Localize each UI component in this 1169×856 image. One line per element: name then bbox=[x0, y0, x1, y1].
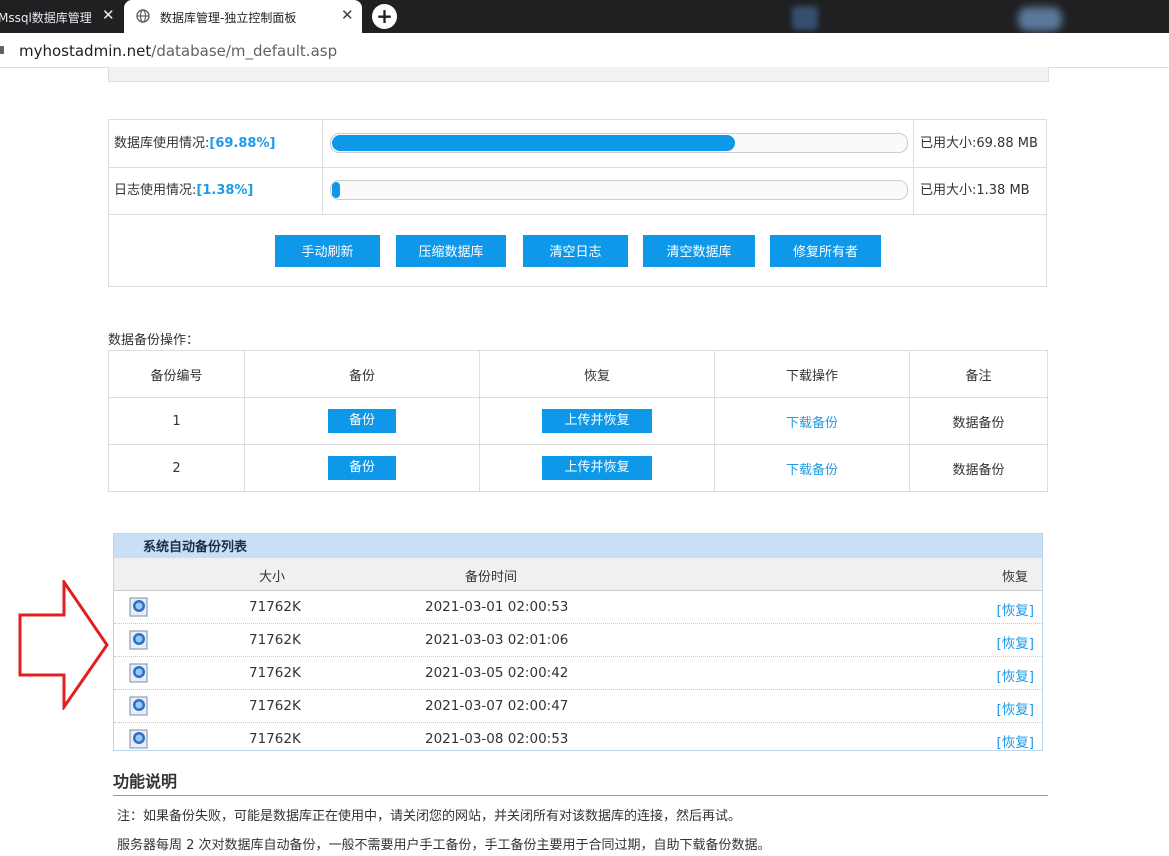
database-file-icon bbox=[129, 663, 148, 683]
action-button-row: 手动刷新 压缩数据库 清空日志 清空数据库 修复所有者 bbox=[109, 216, 1046, 286]
backup-size: 71762K bbox=[249, 731, 301, 747]
browser-tab-bar: Mssql数据库管理 ✕ 数据库管理-独立控制面板 ✕ + bbox=[0, 0, 1169, 33]
db-usage-progress bbox=[330, 133, 908, 153]
close-icon[interactable]: ✕ bbox=[341, 8, 354, 23]
log-usage-progress-fill bbox=[332, 182, 340, 198]
lock-icon[interactable] bbox=[0, 46, 4, 54]
col-header: 备份编号 bbox=[108, 350, 245, 398]
tab-mssql[interactable]: Mssql数据库管理 ✕ bbox=[0, 0, 122, 33]
auto-backup-header: 大小 备份时间 恢复 bbox=[114, 558, 1042, 591]
tab-title: Mssql数据库管理 bbox=[0, 11, 92, 25]
log-usage-row: 日志使用情况:[1.38%] 已用大小:1.38 MB bbox=[109, 167, 1046, 215]
backup-time: 2021-03-03 02:01:06 bbox=[425, 632, 569, 648]
shrink-database-button[interactable]: 压缩数据库 bbox=[396, 235, 506, 267]
restore-link[interactable]: [恢复] bbox=[996, 632, 1034, 652]
restore-header: 恢复 bbox=[1002, 570, 1029, 585]
db-usage-label-text: 数据库使用情况: bbox=[114, 136, 210, 151]
database-file-icon bbox=[129, 729, 148, 749]
restore-link[interactable]: [恢复] bbox=[996, 665, 1034, 685]
upload-restore-button[interactable]: 上传并恢复 bbox=[542, 456, 652, 480]
log-usage-label: 日志使用情况:[1.38%] bbox=[109, 167, 323, 214]
log-usage-size: 已用大小:1.38 MB bbox=[913, 167, 1046, 214]
col-header: 备注 bbox=[909, 350, 1048, 398]
backup-ops-table: 备份编号 备份 恢复 下载操作 备注 1 备份 上传并恢复 下载备份 数据备份 … bbox=[108, 350, 1048, 492]
db-usage-size: 已用大小:69.88 MB bbox=[913, 120, 1046, 167]
backup-time: 2021-03-08 02:00:53 bbox=[425, 731, 569, 747]
backup-ops-label: 数据备份操作： bbox=[108, 333, 200, 348]
note-line: 注：如果备份失败，可能是数据库正在使用中，请关闭您的网站，并关闭所有对该数据库的… bbox=[117, 809, 742, 824]
top-panel bbox=[108, 67, 1049, 82]
backup-note: 数据备份 bbox=[909, 444, 1048, 492]
backup-time: 2021-03-07 02:00:47 bbox=[425, 698, 569, 714]
close-icon[interactable]: ✕ bbox=[102, 8, 115, 23]
refresh-button[interactable]: 手动刷新 bbox=[275, 235, 380, 267]
table-row: 2 备份 上传并恢复 下载备份 数据备份 bbox=[108, 444, 1048, 492]
col-header: 恢复 bbox=[479, 350, 715, 398]
tab-database-panel[interactable]: 数据库管理-独立控制面板 ✕ bbox=[124, 0, 362, 33]
url-path: /database/m_default.asp bbox=[151, 42, 338, 60]
log-usage-percent: [1.38%] bbox=[196, 183, 254, 198]
backup-size: 71762K bbox=[249, 698, 301, 714]
blurred-icon bbox=[792, 6, 818, 30]
db-usage-progress-fill bbox=[332, 135, 735, 151]
table-row: 1 备份 上传并恢复 下载备份 数据备份 bbox=[108, 397, 1048, 445]
backup-note: 数据备份 bbox=[909, 397, 1048, 445]
backup-size: 71762K bbox=[249, 665, 301, 681]
auto-backup-rows: 71762K 2021-03-01 02:00:53 [恢复] 71762K 2021-… bbox=[114, 591, 1042, 755]
db-usage-row: 数据库使用情况:[69.88%] 已用大小:69.88 MB bbox=[109, 120, 1046, 168]
db-usage-label: 数据库使用情况:[69.88%] bbox=[109, 120, 323, 167]
fix-owner-button[interactable]: 修复所有者 bbox=[770, 235, 881, 267]
list-item: 71762K 2021-03-05 02:00:42 [恢复] bbox=[114, 657, 1042, 690]
auto-backup-title: 系统自动备份列表 bbox=[114, 534, 1042, 558]
log-usage-label-text: 日志使用情况: bbox=[114, 183, 197, 198]
function-description-title: 功能说明 bbox=[113, 772, 178, 791]
size-header: 大小 bbox=[259, 570, 286, 585]
url-host: myhostadmin.net bbox=[19, 42, 152, 60]
new-tab-button[interactable]: + bbox=[372, 4, 397, 29]
download-backup-link[interactable]: 下载备份 bbox=[786, 463, 838, 478]
backup-size: 71762K bbox=[249, 599, 301, 615]
restore-link[interactable]: [恢复] bbox=[996, 731, 1034, 751]
backup-size: 71762K bbox=[249, 632, 301, 648]
backup-time: 2021-03-05 02:00:42 bbox=[425, 665, 569, 681]
db-usage-percent: [69.88%] bbox=[209, 136, 276, 151]
clear-log-button[interactable]: 清空日志 bbox=[523, 235, 628, 267]
globe-icon bbox=[136, 9, 150, 23]
list-item: 71762K 2021-03-01 02:00:53 [恢复] bbox=[114, 591, 1042, 624]
backup-button[interactable]: 备份 bbox=[328, 456, 396, 480]
divider bbox=[113, 795, 1048, 796]
database-file-icon bbox=[129, 597, 148, 617]
upload-restore-button[interactable]: 上传并恢复 bbox=[542, 409, 652, 433]
clear-database-button[interactable]: 清空数据库 bbox=[643, 235, 755, 267]
log-usage-progress bbox=[330, 180, 908, 200]
database-file-icon bbox=[129, 630, 148, 650]
download-backup-link[interactable]: 下载备份 bbox=[786, 416, 838, 431]
backup-id: 1 bbox=[108, 397, 245, 445]
auto-backup-list: 系统自动备份列表 大小 备份时间 恢复 71762K 2021-03-01 02:… bbox=[113, 533, 1043, 751]
time-header: 备份时间 bbox=[465, 570, 518, 585]
backup-time: 2021-03-01 02:00:53 bbox=[425, 599, 569, 615]
backup-id: 2 bbox=[108, 444, 245, 492]
note-line: 服务器每周 2 次对数据库自动备份，一般不需要用户手工备份，手工备份主要用于合同… bbox=[117, 838, 771, 853]
col-header: 下载操作 bbox=[714, 350, 910, 398]
list-item: 71762K 2021-03-08 02:00:53 [恢复] bbox=[114, 723, 1042, 755]
database-file-icon bbox=[129, 696, 148, 716]
tab-title: 数据库管理-独立控制面板 bbox=[160, 11, 297, 25]
restore-link[interactable]: [恢复] bbox=[996, 698, 1034, 718]
usage-panel: 数据库使用情况:[69.88%] 已用大小:69.88 MB 日志使用情况:[1… bbox=[108, 119, 1047, 287]
list-item: 71762K 2021-03-07 02:00:47 [恢复] bbox=[114, 690, 1042, 723]
restore-link[interactable]: [恢复] bbox=[996, 599, 1034, 619]
url-text[interactable]: myhostadmin.net/database/m_default.asp bbox=[19, 42, 337, 60]
list-item: 71762K 2021-03-03 02:01:06 [恢复] bbox=[114, 624, 1042, 657]
table-header-row: 备份编号 备份 恢复 下载操作 备注 bbox=[108, 350, 1048, 398]
blurred-icon bbox=[1018, 7, 1062, 31]
col-header: 备份 bbox=[244, 350, 480, 398]
backup-button[interactable]: 备份 bbox=[328, 409, 396, 433]
red-arrow-annotation bbox=[18, 580, 109, 710]
